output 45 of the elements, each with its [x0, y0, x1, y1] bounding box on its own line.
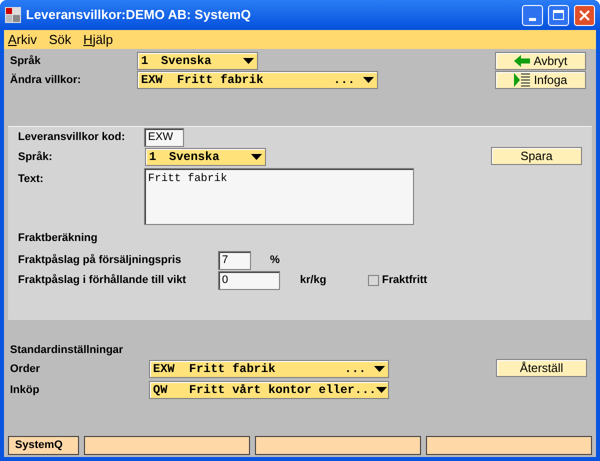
section-heading: Standardinställningar: [10, 343, 124, 358]
section-heading: Fraktberäkning: [18, 231, 98, 246]
unit-label: %: [270, 253, 280, 268]
text-area[interactable]: Fritt fabrik: [144, 168, 414, 225]
menu-item[interactable]: Hjälp: [83, 30, 113, 50]
input-field[interactable]: EXW: [144, 128, 184, 146]
terms-dropdown[interactable]: EXW Fritt fabrik ...: [149, 360, 389, 378]
caret-icon: [374, 366, 385, 372]
menu-item[interactable]: Sök: [48, 30, 72, 50]
left-arrow-icon: [514, 55, 530, 67]
list-arrow-icon: [514, 73, 530, 87]
language-dropdown[interactable]: 1 Svenska: [137, 52, 258, 70]
close-button[interactable]: [574, 4, 595, 26]
maximize-button[interactable]: [548, 4, 569, 26]
field-label: Språk:: [18, 150, 54, 165]
terms-dropdown[interactable]: EXW Fritt fabrik ...: [137, 71, 378, 89]
save-button[interactable]: Spara: [491, 147, 582, 165]
field-label: Språk: [10, 54, 42, 69]
field-label: Fraktpåslag på försäljningspris: [18, 253, 182, 268]
insert-button[interactable]: Infoga: [495, 71, 586, 89]
app-icon: [5, 7, 21, 23]
cancel-button[interactable]: Avbryt: [495, 52, 586, 70]
input-field[interactable]: 0: [218, 270, 280, 290]
terms-dropdown[interactable]: QW Fritt vårt kontor eller...: [149, 381, 389, 399]
caret-icon: [376, 387, 388, 393]
caret-icon: [251, 154, 262, 160]
caret-icon: [243, 58, 254, 64]
checkbox-label: Fraktfritt: [382, 272, 428, 288]
reset-button[interactable]: Återställ: [496, 359, 587, 377]
language-dropdown[interactable]: 1 Svenska: [145, 148, 266, 166]
checkbox[interactable]: [368, 274, 379, 286]
field-label: Ändra villkor:: [10, 72, 82, 88]
status-cell: SystemQ: [8, 436, 79, 455]
window-title: Leveransvillkor:DEMO AB: SystemQ: [26, 6, 252, 24]
field-label: Text:: [18, 172, 44, 187]
minimize-button[interactable]: [522, 4, 543, 26]
close-icon: [579, 10, 590, 20]
menu-item[interactable]: Arkiv: [8, 30, 37, 50]
field-label: Leveransvillkor kod:: [18, 130, 126, 145]
field-label: Order: [10, 362, 41, 377]
input-field[interactable]: 7: [218, 251, 251, 270]
caret-icon: [363, 77, 374, 83]
field-label: Fraktpåslag i förhållande till vikt: [18, 272, 188, 288]
unit-label: kr/kg: [300, 272, 328, 288]
field-label: Inköp: [10, 382, 40, 398]
